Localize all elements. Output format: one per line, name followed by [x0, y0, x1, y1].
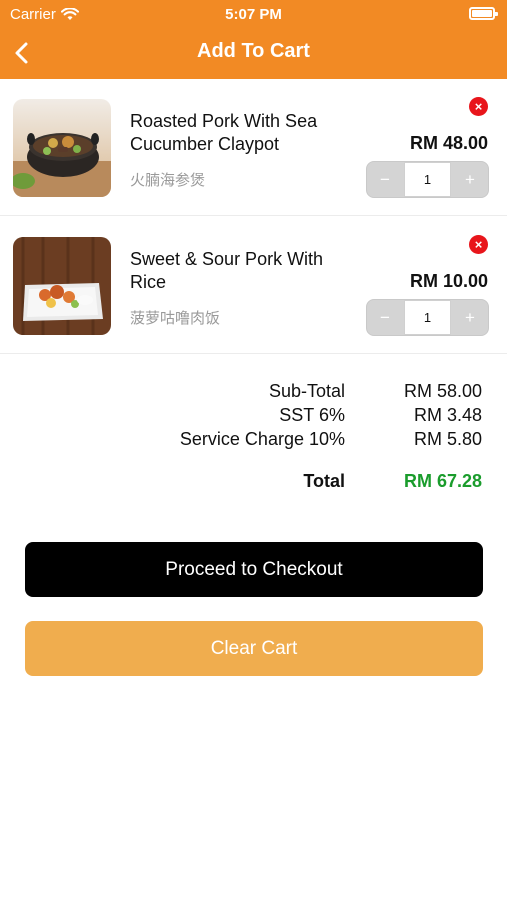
- remove-icon[interactable]: ×: [469, 97, 488, 116]
- remove-icon[interactable]: ×: [469, 235, 488, 254]
- item-price: RM 10.00: [409, 271, 488, 291]
- quantity-input[interactable]: [404, 300, 451, 335]
- total-label: Total: [303, 471, 345, 491]
- quantity-stepper: − +: [366, 161, 489, 198]
- item-name-chinese: 菠萝咕噜肉饭: [130, 310, 221, 327]
- subtotal-row: Sub-Total RM 58.00: [0, 381, 507, 405]
- decrement-button[interactable]: −: [367, 300, 403, 335]
- food-image: [13, 99, 111, 197]
- increment-button[interactable]: +: [452, 300, 488, 335]
- cart-item: Roasted Pork With Sea Cucumber Claypot 火…: [0, 79, 507, 216]
- item-name: Sweet & Sour Pork With Rice: [130, 249, 324, 292]
- quantity-input[interactable]: [404, 162, 451, 197]
- proceed-to-checkout-button[interactable]: Proceed to Checkout: [25, 542, 483, 597]
- sst-value: RM 3.48: [413, 405, 482, 425]
- sst-label: SST 6%: [279, 405, 345, 425]
- clear-cart-button[interactable]: Clear Cart: [25, 621, 483, 676]
- total-value: RM 67.28: [403, 471, 482, 491]
- battery-icon: [469, 7, 498, 20]
- decrement-button[interactable]: −: [367, 162, 403, 197]
- food-image: [13, 237, 111, 335]
- clock: 5:07 PM: [225, 6, 282, 23]
- item-price: RM 48.00: [409, 133, 488, 153]
- item-name: Roasted Pork With Sea Cucumber Claypot: [130, 111, 318, 154]
- subtotal-value: RM 58.00: [403, 381, 482, 401]
- service-charge-row: Service Charge 10% RM 5.80: [0, 429, 507, 453]
- status-bar: Carrier 5:07 PM: [0, 0, 507, 28]
- increment-button[interactable]: +: [452, 162, 488, 197]
- service-charge-value: RM 5.80: [413, 429, 482, 449]
- subtotal-label: Sub-Total: [268, 381, 345, 401]
- item-name-chinese: 火腩海参煲: [130, 172, 206, 189]
- sst-row: SST 6% RM 3.48: [0, 405, 507, 429]
- quantity-stepper: − +: [366, 299, 489, 336]
- page-title: Add To Cart: [197, 40, 310, 62]
- navigation-bar: Add To Cart: [0, 30, 507, 76]
- app-bar: Carrier 5:07 PM Add To Cart: [0, 0, 507, 79]
- cart-item: Sweet & Sour Pork With Rice 菠萝咕噜肉饭 × RM …: [0, 217, 507, 354]
- service-charge-label: Service Charge 10%: [179, 429, 345, 449]
- total-row: Total RM 67.28: [0, 471, 507, 495]
